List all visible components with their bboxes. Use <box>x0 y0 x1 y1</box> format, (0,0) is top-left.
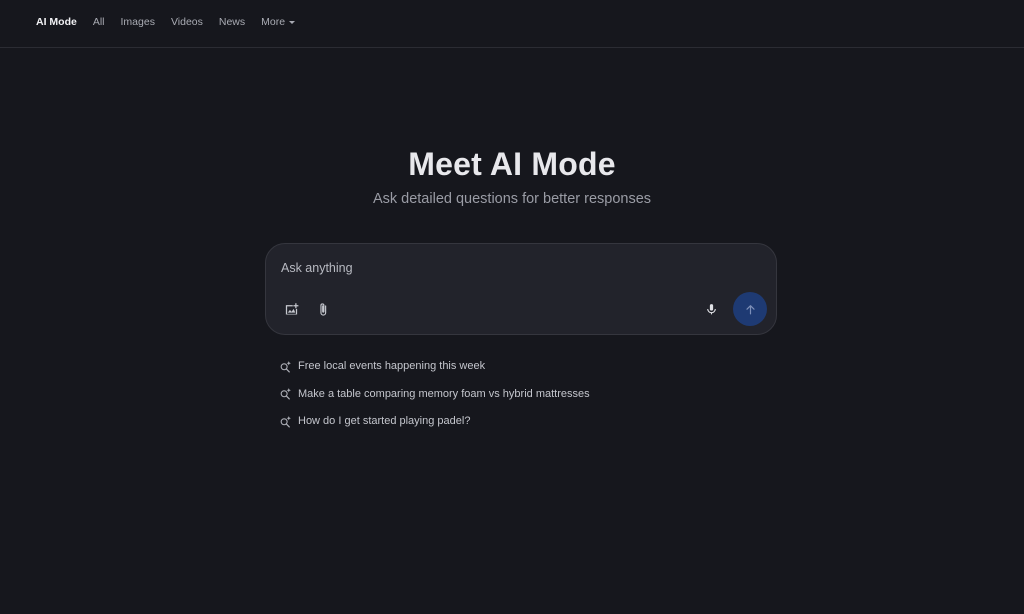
nav-tab-more[interactable]: More <box>261 14 296 30</box>
ask-anything-input[interactable] <box>281 256 701 280</box>
page-title: Meet AI Mode <box>408 146 616 182</box>
nav-tab-label: All <box>92 16 105 28</box>
paperclip-icon <box>320 302 327 316</box>
nav-tab-label: Images <box>120 16 155 28</box>
caret-down-icon <box>289 20 296 24</box>
search-sparkle-icon <box>278 387 292 401</box>
suggestion-list: Free local events happening this week Ma… <box>278 357 778 440</box>
search-sparkle-icon <box>278 359 292 373</box>
suggestion-text: Make a table comparing memory foam vs hy… <box>298 387 590 400</box>
suggestion-item[interactable]: Free local events happening this week <box>278 357 778 375</box>
nav-tab-all[interactable]: All <box>93 14 105 30</box>
suggestion-item[interactable]: How do I get started playing padel? <box>278 412 778 430</box>
search-type-nav: AI Mode All Images Videos News More <box>36 14 296 30</box>
suggestion-text: Free local events happening this week <box>298 360 486 372</box>
nav-tab-images[interactable]: Images <box>121 14 155 30</box>
nav-tab-label: Videos <box>170 16 203 28</box>
microphone-icon <box>706 303 716 314</box>
arrow-up-icon <box>745 304 755 314</box>
nav-tab-videos[interactable]: Videos <box>171 14 203 30</box>
ai-search-box <box>265 243 777 335</box>
nav-tab-news[interactable]: News <box>219 14 245 30</box>
suggestion-text: How do I get started playing padel? <box>298 415 471 427</box>
add-image-button[interactable] <box>279 297 303 321</box>
voice-search-button[interactable] <box>699 297 723 321</box>
top-navigation-bar: AI Mode All Images Videos News More <box>0 0 1024 48</box>
nav-tab-label: News <box>218 16 246 28</box>
page-subtitle: Ask detailed questions for better respon… <box>372 191 652 207</box>
search-sparkle-icon <box>278 414 292 428</box>
nav-tab-label: AI Mode <box>36 16 77 28</box>
attach-file-button[interactable] <box>311 297 335 321</box>
nav-tab-ai-mode[interactable]: AI Mode <box>36 14 77 30</box>
nav-tab-label: More <box>261 16 286 28</box>
add-image-icon <box>285 302 298 314</box>
send-button[interactable] <box>733 292 767 326</box>
suggestion-item[interactable]: Make a table comparing memory foam vs hy… <box>278 385 778 403</box>
